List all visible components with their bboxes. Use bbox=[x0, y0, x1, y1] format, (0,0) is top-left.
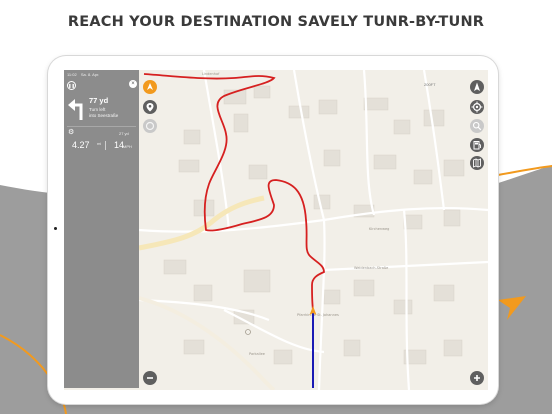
pause-icon[interactable]: ❚❚ bbox=[67, 81, 76, 90]
maneuver-instruction: Turn left into Seestraße bbox=[89, 107, 118, 118]
plus-icon[interactable] bbox=[470, 371, 484, 385]
close-icon[interactable]: × bbox=[129, 80, 137, 88]
maneuver-distance: 77 yd bbox=[89, 96, 109, 105]
compass-icon[interactable] bbox=[470, 80, 484, 94]
svg-text:Kirchenweg: Kirchenweg bbox=[369, 227, 389, 231]
gear-icon[interactable]: ⚙ bbox=[68, 128, 74, 136]
search-icon[interactable] bbox=[470, 119, 484, 133]
speed-unit: MPH bbox=[123, 144, 132, 149]
turn-left-icon bbox=[68, 99, 83, 120]
app-screen: Weidenbach-Straße Kirchenweg Parkallee L… bbox=[64, 70, 488, 390]
navigation-panel: 11:02 Sa. 8. Apr. × ❚❚ 77 yd Turn left i… bbox=[64, 70, 139, 388]
svg-text:Pfarrkirche St. Johannes: Pfarrkirche St. Johannes bbox=[297, 313, 339, 317]
map-layers-icon[interactable] bbox=[470, 156, 484, 170]
minus-icon[interactable] bbox=[143, 371, 157, 385]
status-date: Sa. 8. Apr. bbox=[80, 72, 100, 77]
panel-divider bbox=[67, 126, 136, 127]
tablet-camera bbox=[54, 227, 57, 230]
location-pin-icon[interactable] bbox=[143, 100, 157, 114]
map-scale: 200FT bbox=[424, 82, 436, 87]
next-maneuver-distance: 27 yd bbox=[119, 131, 129, 136]
zoom-out-icon[interactable] bbox=[143, 119, 157, 133]
remaining-distance: 4.27 bbox=[72, 140, 90, 150]
my-location-icon[interactable] bbox=[470, 100, 484, 114]
status-bar: 11:02 Sa. 8. Apr. bbox=[67, 72, 102, 77]
fuel-icon[interactable] bbox=[470, 138, 484, 152]
headline: REACH YOUR DESTINATION SAVELY TUNR-BY-TU… bbox=[67, 14, 485, 30]
svg-text:Parkallee: Parkallee bbox=[249, 352, 265, 356]
status-time: 11:02 bbox=[67, 72, 77, 77]
instruction-line-2: into Seestraße bbox=[89, 112, 119, 118]
recenter-icon[interactable] bbox=[143, 80, 157, 94]
app-store-screenshot: REACH YOUR DESTINATION SAVELY TUNR-BY-TU… bbox=[0, 0, 552, 414]
svg-text:Weidenbach-Straße: Weidenbach-Straße bbox=[354, 266, 388, 270]
remaining-distance-unit: mi bbox=[97, 141, 102, 146]
stats-separator bbox=[105, 141, 106, 150]
svg-text:Lindenhof: Lindenhof bbox=[202, 72, 220, 76]
